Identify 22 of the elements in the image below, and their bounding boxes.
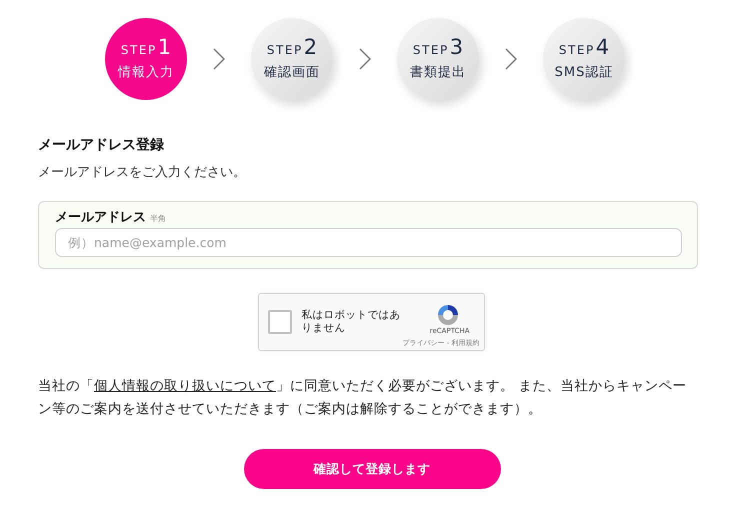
step-label: 情報入力 <box>118 64 174 81</box>
captcha-checkbox[interactable] <box>268 310 292 334</box>
step-number: STEP 1 <box>120 37 172 58</box>
submit-button[interactable]: 確認して登録します <box>244 449 500 489</box>
privacy-link[interactable]: 個人情報の取り扱いについて <box>94 378 276 394</box>
email-input[interactable]: 例）name@example.com <box>55 228 682 257</box>
step-label: 確認画面 <box>264 64 320 81</box>
chevron-icon <box>359 48 371 70</box>
step-number: STEP 3 <box>412 37 464 58</box>
step-label: SMS認証 <box>554 64 614 81</box>
field-label: メールアドレス <box>55 209 146 226</box>
field-note: 半角 <box>150 213 166 224</box>
section-heading: メールアドレス登録 <box>38 136 165 154</box>
consent-text: 当社の「個人情報の取り扱いについて」に同意いただく必要がございます。 また、当社からキャンペーン等のご案内を送付させていただきます（ご案内は解除することができます）。 <box>38 377 688 419</box>
step-number: STEP 4 <box>558 37 610 58</box>
step-label: 書類提出 <box>410 64 466 81</box>
step-number: STEP 2 <box>266 37 318 58</box>
instruction-text: メールアドレスをご入力ください。 <box>38 164 247 181</box>
captcha-label: 私はロボットではありません <box>302 309 402 335</box>
chevron-icon <box>505 48 517 70</box>
chevron-icon <box>213 48 225 70</box>
recaptcha-logo-icon <box>436 303 460 327</box>
